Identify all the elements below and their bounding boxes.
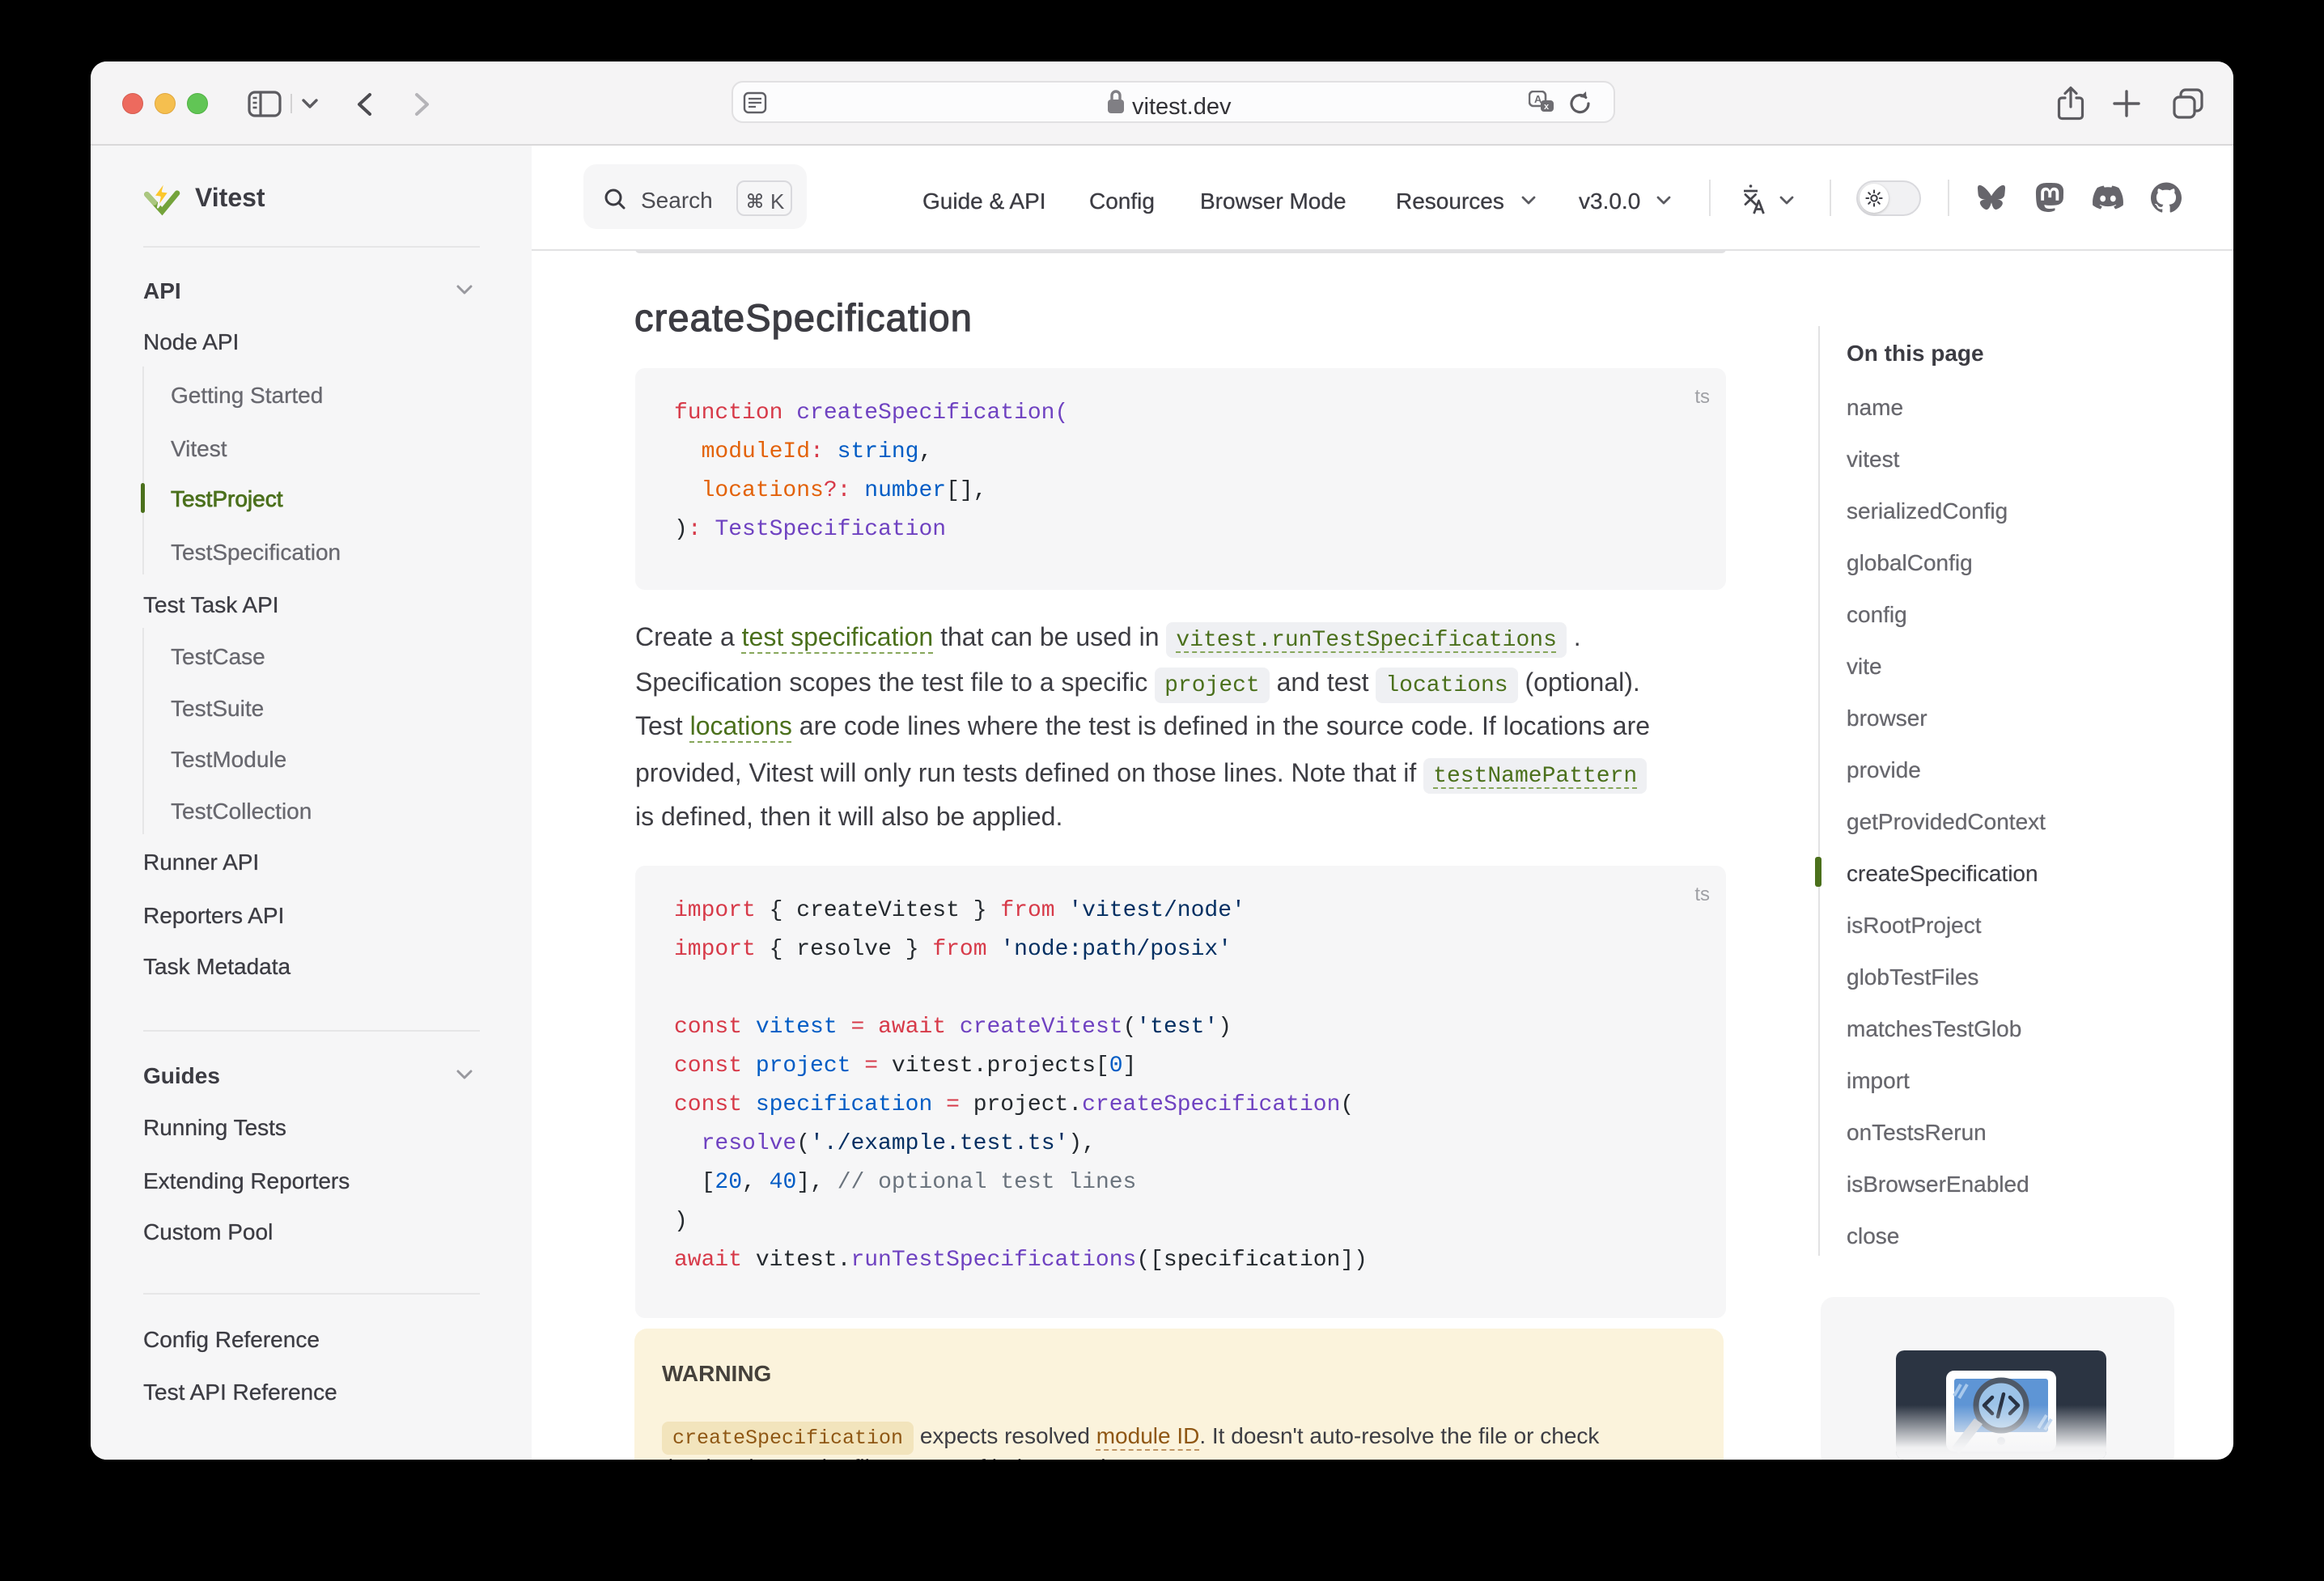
svg-text:x: x — [1544, 102, 1550, 112]
